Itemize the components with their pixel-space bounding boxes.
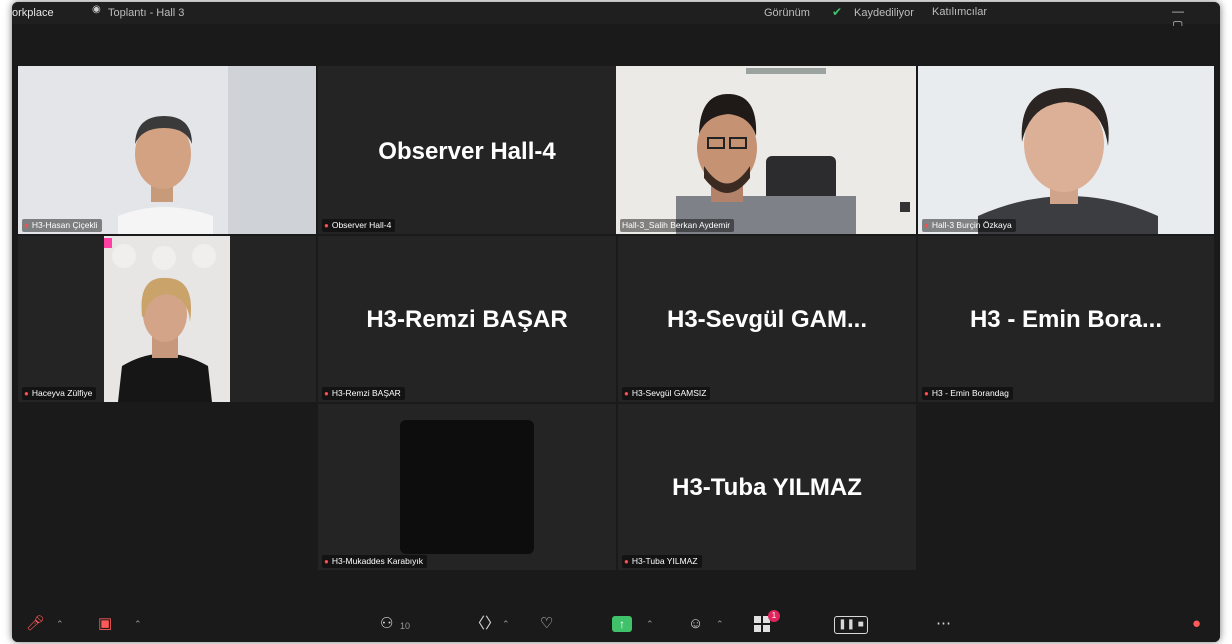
- video-off-placeholder: [400, 420, 534, 554]
- participant-video-salih: [616, 66, 916, 234]
- participant-display-name: H3-Remzi BAŞAR: [366, 306, 568, 333]
- participant-video-hacer: [104, 236, 230, 402]
- name-tag: ● Haceyva Zülfiye: [22, 387, 97, 400]
- meeting-info-icon[interactable]: ◉: [92, 4, 104, 15]
- share-options-chevron-icon[interactable]: ⌃: [646, 614, 654, 634]
- participant-tile-hasan[interactable]: ● H3-Hasan Çiçekli: [18, 66, 316, 234]
- participants-icon[interactable]: ⚇: [380, 614, 393, 634]
- name-tag: ● H3-Sevgül GAMSIZ: [622, 387, 711, 400]
- mic-muted-icon: ●: [24, 221, 29, 230]
- app-name: orkplace: [12, 7, 54, 19]
- mic-muted-icon: ●: [324, 221, 329, 230]
- mic-muted-icon: ●: [324, 557, 329, 566]
- meeting-title: Toplantı - Hall 3: [108, 7, 185, 19]
- participant-tile-sevgul[interactable]: H3-Sevgül GAM... ● H3-Sevgül GAMSIZ: [618, 236, 916, 402]
- camera-options-chevron-icon[interactable]: ⌃: [134, 614, 142, 634]
- participant-tile-salih[interactable]: Hall-3_Salih Berkan Aydemir: [616, 66, 916, 234]
- participant-video-hasan: [18, 66, 316, 234]
- name-tag: ● H3 - Emin Borandag: [922, 387, 1013, 400]
- chat-icon[interactable]: 〈〉: [470, 614, 500, 634]
- name-tag: ● H3-Hasan Çiçekli: [22, 219, 102, 232]
- participant-tile-observer[interactable]: Observer Hall-4 ● Observer Hall-4: [318, 66, 616, 234]
- participant-tile-mukaddes[interactable]: ● H3-Mukaddes Karabıyık: [318, 404, 616, 570]
- name-tag: Hall-3_Salih Berkan Aydemir: [620, 219, 735, 232]
- share-screen-icon[interactable]: ↑: [612, 616, 632, 632]
- participant-tile-hacer[interactable]: ● Haceyva Zülfiye: [18, 236, 316, 402]
- mic-options-chevron-icon[interactable]: ⌃: [56, 614, 64, 634]
- camera-off-icon[interactable]: ▣: [98, 614, 112, 634]
- mic-muted-icon: ●: [924, 389, 929, 398]
- participant-video-burcin: [918, 66, 1214, 234]
- participant-display-name: H3 - Emin Bora...: [969, 306, 1163, 333]
- more-icon[interactable]: ⋯: [936, 614, 951, 634]
- leave-icon[interactable]: ●: [1192, 614, 1201, 634]
- participants-header[interactable]: Katılımcılar: [932, 6, 987, 18]
- participants-count: 10: [400, 621, 411, 631]
- mic-muted-icon: ●: [624, 389, 629, 398]
- participant-tile-tuba[interactable]: H3-Tuba YILMAZ ● H3-Tuba YILMAZ: [618, 404, 916, 570]
- pause-record-icon[interactable]: ❚❚ ■: [834, 616, 868, 634]
- participant-tile-burcin[interactable]: ● Hall-3 Burçin Özkaya: [918, 66, 1214, 234]
- name-tag: ● H3-Tuba YILMAZ: [622, 555, 702, 568]
- mic-muted-icon[interactable]: 🎤︎: [26, 614, 45, 634]
- meeting-toolbar: 🎤︎ ⌃ ▣ ⌃ ⚇ 10 〈〉 ⌃ ♡ ↑ ⌃ ☺ ⌃ 1 ❚❚ ■ ⋯ ●: [12, 606, 1220, 642]
- heart-icon[interactable]: ♡: [540, 614, 553, 634]
- gallery-grid: ● H3-Hasan Çiçekli Observer Hall-4 ● Obser…: [12, 26, 1220, 606]
- name-tag: ● H3-Mukaddes Karabıyık: [322, 555, 428, 568]
- reactions-chevron-icon[interactable]: ⌃: [716, 614, 724, 634]
- participant-display-name: Observer Hall-4: [378, 138, 556, 165]
- participant-tile-emin[interactable]: H3 - Emin Bora... ● H3 - Emin Borandag: [918, 236, 1214, 402]
- chat-options-chevron-icon[interactable]: ⌃: [502, 614, 510, 634]
- name-tag: ● Observer Hall-4: [322, 219, 396, 232]
- participant-display-name: H3-Sevgül GAM...: [666, 306, 868, 333]
- recording-indicator[interactable]: Kaydediliyor: [854, 7, 914, 19]
- participant-display-name: H3-Tuba YILMAZ: [672, 474, 862, 501]
- view-button[interactable]: Görünüm: [764, 7, 810, 19]
- apps-badge: 1: [768, 610, 780, 622]
- mic-muted-icon: ●: [624, 557, 629, 566]
- security-shield-icon[interactable]: ✔: [832, 5, 844, 19]
- mic-muted-icon: ●: [324, 389, 329, 398]
- participant-tile-remzi[interactable]: H3-Remzi BAŞAR ● H3-Remzi BAŞAR: [318, 236, 616, 402]
- mic-muted-icon: ●: [924, 221, 929, 230]
- name-tag: ● H3-Remzi BAŞAR: [322, 387, 405, 400]
- meeting-window: orkplace ◉ Toplantı - Hall 3 Görünüm ✔ K…: [12, 2, 1220, 642]
- reactions-icon[interactable]: ☺: [688, 614, 703, 634]
- mic-muted-icon: ●: [24, 389, 29, 398]
- title-bar: orkplace ◉ Toplantı - Hall 3 Görünüm ✔ K…: [12, 2, 1220, 46]
- name-tag: ● Hall-3 Burçin Özkaya: [922, 219, 1016, 232]
